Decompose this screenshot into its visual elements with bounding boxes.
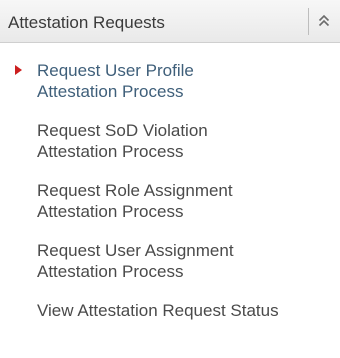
header-divider <box>308 8 309 35</box>
double-chevron-up-icon <box>318 14 330 27</box>
menu-item-request-user-assignment[interactable]: Request User Assignment Attestation Proc… <box>0 240 340 282</box>
menu-item-label: Request User Profile Attestation Process <box>37 61 194 101</box>
active-arrow-icon <box>15 65 22 75</box>
attestation-requests-panel: Attestation Requests Request User Profil… <box>0 0 340 358</box>
menu-item-request-sod-violation[interactable]: Request SoD Violation Attestation Proces… <box>0 120 340 162</box>
menu-item-request-role-assignment[interactable]: Request Role Assignment Attestation Proc… <box>0 180 340 222</box>
menu-item-label: Request SoD Violation Attestation Proces… <box>37 121 208 161</box>
panel-title: Attestation Requests <box>8 13 165 32</box>
panel-header: Attestation Requests <box>0 0 340 43</box>
collapse-button[interactable] <box>312 8 336 35</box>
menu-item-label: View Attestation Request Status <box>37 301 279 320</box>
menu-list: Request User Profile Attestation Process… <box>0 60 340 321</box>
menu-item-label: Request Role Assignment Attestation Proc… <box>37 181 233 221</box>
menu-item-view-request-status[interactable]: View Attestation Request Status <box>0 300 340 321</box>
menu-item-label: Request User Assignment Attestation Proc… <box>37 241 234 281</box>
menu-item-request-user-profile[interactable]: Request User Profile Attestation Process <box>0 60 340 102</box>
